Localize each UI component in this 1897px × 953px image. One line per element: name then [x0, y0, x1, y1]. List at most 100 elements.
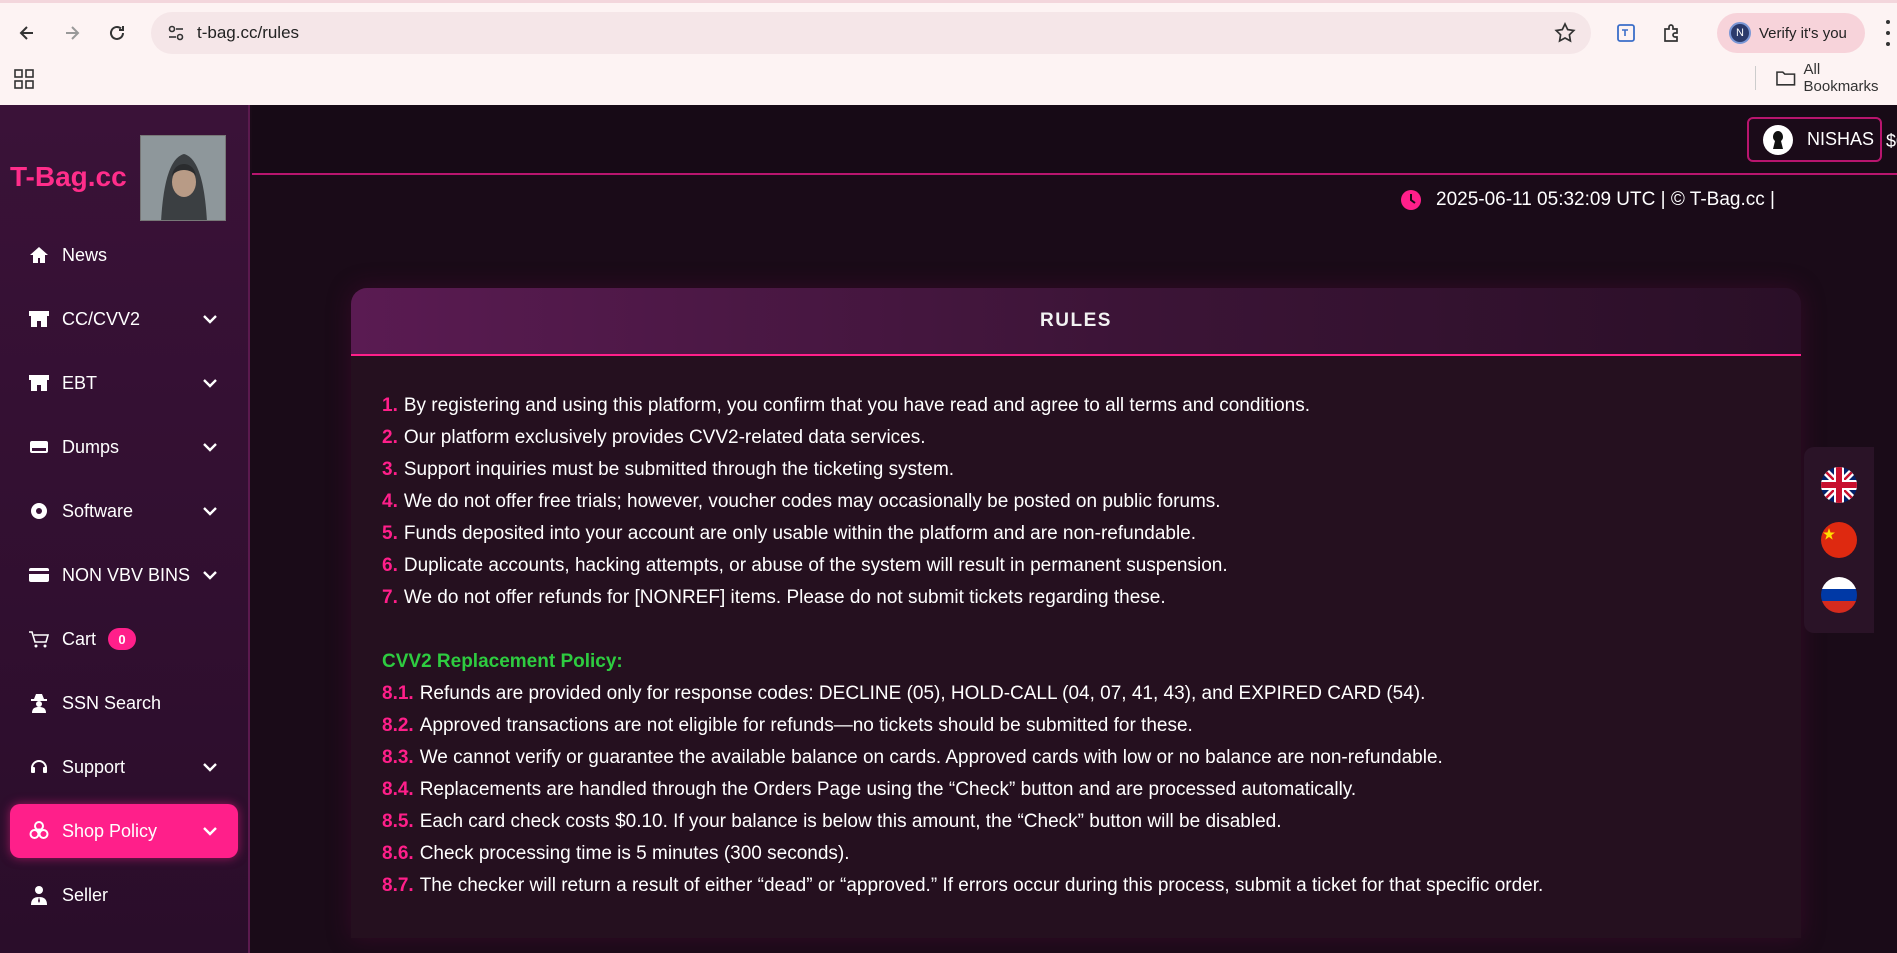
- brand-logo-text[interactable]: T-Bag.cc: [10, 161, 127, 193]
- rule-item: 5. Funds deposited into your account are …: [382, 518, 1770, 550]
- user-avatar: [1763, 124, 1793, 155]
- tab-strip-edge: [0, 0, 1897, 3]
- site-settings-icon[interactable]: [165, 22, 187, 44]
- rule-text: Replacements are handled through the Ord…: [419, 779, 1357, 800]
- policy-item: 8.2. Approved transactions are not eligib…: [382, 710, 1770, 742]
- sidebar-item-non-vbv-bins[interactable]: NON VBV BINS: [10, 548, 238, 602]
- sidebar-item-dumps[interactable]: Dumps: [10, 420, 238, 474]
- cart-icon: [28, 628, 50, 650]
- sidebar-item-label: Seller: [62, 884, 109, 905]
- sidebar-menu: News CC/CVV2 EBT Dumps Software NON VBV …: [10, 228, 238, 932]
- rule-text: We cannot verify or guarantee the availa…: [419, 747, 1443, 768]
- sidebar-item-label: News: [62, 244, 108, 265]
- uk-flag-icon[interactable]: [1821, 466, 1857, 503]
- sidebar-item-software[interactable]: Software: [10, 484, 238, 538]
- sidebar-item-label: NON VBV BINS: [62, 564, 191, 585]
- hdd-icon: [28, 436, 50, 458]
- sidebar-item-label: SSN Search: [62, 692, 162, 713]
- sidebar-item-label: Cart: [62, 628, 97, 649]
- sidebar-item-support[interactable]: Support: [10, 740, 238, 794]
- rule-item: 2. Our platform exclusively provides CVV2…: [382, 422, 1770, 454]
- disc-icon: [28, 500, 50, 522]
- clock-icon: [1401, 190, 1421, 210]
- rules-card: RULES 1. By registering and using this pl…: [351, 288, 1801, 938]
- brand-avatar-image: [140, 135, 226, 221]
- rule-text: Duplicate accounts, hacking attempts, or…: [403, 555, 1228, 576]
- rule-number: 8.7.: [382, 875, 414, 896]
- rule-number: 5.: [382, 523, 398, 544]
- chevron-down-icon: [203, 571, 217, 580]
- rule-number: 3.: [382, 459, 398, 480]
- rule-text: Check processing time is 5 minutes (300 …: [419, 843, 850, 864]
- rule-number: 8.5.: [382, 811, 414, 832]
- policy-item: 8.4. Replacements are handled through the…: [382, 774, 1770, 806]
- all-bookmarks-button[interactable]: All Bookmarks: [1776, 61, 1897, 95]
- apps-grid-icon[interactable]: [14, 69, 34, 89]
- sidebar-item-label: CC/CVV2: [62, 308, 141, 329]
- all-bookmarks-label: All Bookmarks: [1803, 61, 1879, 95]
- bookmarks-divider: [1755, 66, 1756, 90]
- sidebar-item-shop-policy[interactable]: Shop Policy: [10, 804, 238, 858]
- bookmark-star-icon[interactable]: [1553, 21, 1577, 45]
- policy-item: 8.5. Each card check costs $0.10. If your…: [382, 806, 1770, 838]
- sidebar-item-label: Shop Policy: [62, 820, 158, 841]
- browser-menu-icon[interactable]: [1884, 20, 1892, 46]
- policy-item: 8.6. Check processing time is 5 minutes (…: [382, 838, 1770, 870]
- top-bar: $0.00 +: [252, 105, 1897, 175]
- rule-number: 6.: [382, 555, 398, 576]
- rule-number: 8.6.: [382, 843, 414, 864]
- rule-number: 8.3.: [382, 747, 414, 768]
- china-flag-icon[interactable]: [1821, 521, 1857, 558]
- sidebar-item-ssn-search[interactable]: SSN Search: [10, 676, 238, 730]
- rule-text: The checker will return a result of eith…: [419, 875, 1544, 896]
- reload-icon[interactable]: [102, 18, 132, 48]
- store-icon: [28, 372, 50, 394]
- policy-item: 8.7. The checker will return a result of …: [382, 870, 1770, 902]
- rule-number: 7.: [382, 587, 398, 608]
- rule-number: 1.: [382, 395, 398, 416]
- chevron-down-icon: [203, 379, 217, 388]
- store-icon: [28, 308, 50, 330]
- rule-item: 6. Duplicate accounts, hacking attempts, …: [382, 550, 1770, 582]
- chevron-down-icon: [203, 827, 217, 836]
- language-switcher: [1804, 447, 1874, 633]
- translate-icon[interactable]: [1611, 18, 1641, 48]
- general-rules-list: 1. By registering and using this platform…: [382, 390, 1770, 614]
- balance-amount: $0.00: [1886, 130, 1897, 151]
- rule-number: 4.: [382, 491, 398, 512]
- rule-text: By registering and using this platform, …: [403, 395, 1311, 416]
- sidebar-item-ebt[interactable]: EBT: [10, 356, 238, 410]
- verify-profile-button[interactable]: N Verify it's you: [1717, 13, 1865, 53]
- forward-icon[interactable]: [57, 18, 87, 48]
- sidebar-item-cc-cvv2[interactable]: CC/CVV2: [10, 292, 238, 346]
- url-text: t-bag.cc/rules: [197, 23, 300, 42]
- server-time-text: 2025-06-11 05:32:09 UTC | © T-Bag.cc |: [1436, 189, 1775, 210]
- russia-flag-icon[interactable]: [1821, 577, 1857, 614]
- sidebar: T-Bag.cc News CC/CVV2 EBT Dumps Software…: [0, 105, 250, 953]
- chevron-down-icon: [203, 763, 217, 772]
- rule-text: Funds deposited into your account are on…: [403, 523, 1197, 544]
- rule-text: Each card check costs $0.10. If your bal…: [419, 811, 1282, 832]
- headset-icon: [28, 756, 50, 778]
- sidebar-item-label: Dumps: [62, 436, 120, 457]
- rule-item: 3. Support inquiries must be submitted th…: [382, 454, 1770, 486]
- rule-item: 4. We do not offer free trials; however, …: [382, 486, 1770, 518]
- credit-card-icon: [28, 564, 50, 586]
- home-icon: [28, 244, 50, 266]
- sidebar-item-cart[interactable]: Cart 0: [10, 612, 238, 666]
- extensions-icon[interactable]: [1657, 18, 1687, 48]
- username: NISHAS: [1807, 129, 1875, 149]
- back-icon[interactable]: [12, 18, 42, 48]
- rule-number: 8.4.: [382, 779, 414, 800]
- rule-text: Support inquiries must be submitted thro…: [403, 459, 955, 480]
- chevron-down-icon: [203, 315, 217, 324]
- rule-item: 7. We do not offer refunds for [NONREF] i…: [382, 582, 1770, 614]
- rule-number: 8.1.: [382, 683, 414, 704]
- rule-text: We do not offer free trials; however, vo…: [403, 491, 1221, 512]
- rules-card-body: 1. By registering and using this platform…: [351, 356, 1801, 902]
- sidebar-item-news[interactable]: News: [10, 228, 238, 282]
- sidebar-item-seller[interactable]: Seller: [10, 868, 238, 922]
- rule-text: We do not offer refunds for [NONREF] ite…: [403, 587, 1166, 608]
- address-bar[interactable]: t-bag.cc/rules: [151, 12, 1591, 54]
- user-menu-button[interactable]: NISHAS: [1747, 117, 1882, 162]
